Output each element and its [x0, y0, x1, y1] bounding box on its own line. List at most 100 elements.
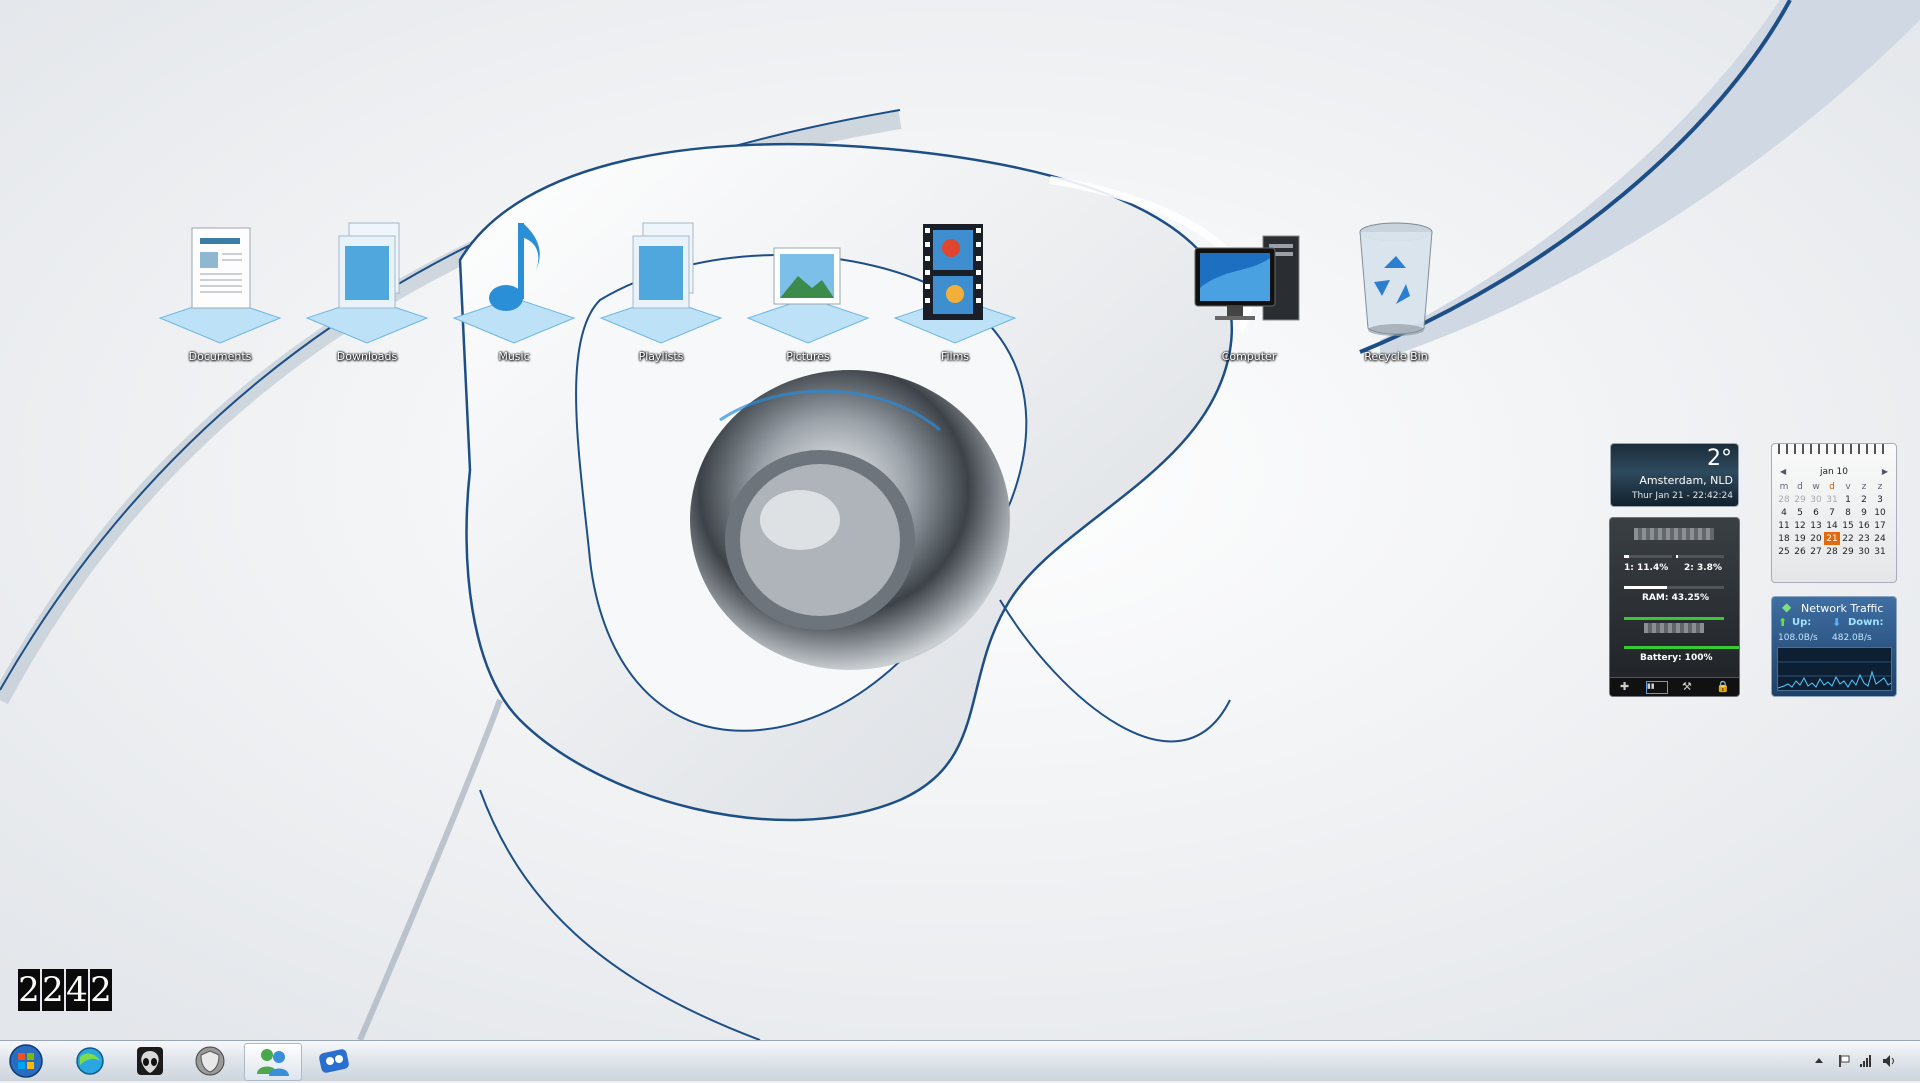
calendar-day[interactable]: 12: [1792, 519, 1808, 532]
calendar-day[interactable]: 8: [1840, 506, 1856, 519]
desktop-icon-label: Pictures: [786, 350, 830, 363]
volume-icon[interactable]: [1882, 1053, 1896, 1067]
download-rate: 482.0B/s: [1832, 633, 1872, 643]
desktop-icon-music[interactable]: Music: [439, 218, 589, 368]
calendar-day[interactable]: 17: [1872, 519, 1888, 532]
music-note-icon: [452, 223, 576, 344]
windows-orb-icon: [9, 1044, 43, 1078]
taskbar-app-shield[interactable]: [182, 1043, 238, 1079]
drive-bar: [1624, 617, 1724, 620]
taskbar: [0, 1040, 1920, 1081]
desktop-icon-label: Films: [940, 350, 970, 363]
calendar-day[interactable]: 30: [1808, 493, 1824, 506]
calendar-day[interactable]: 25: [1776, 545, 1792, 558]
desktop-icon-films[interactable]: Films: [880, 218, 1030, 368]
calendar-day[interactable]: 11: [1776, 519, 1792, 532]
weekday-label: d: [1797, 481, 1803, 492]
calendar-day[interactable]: 2: [1856, 493, 1872, 506]
calendar-day[interactable]: 15: [1840, 519, 1856, 532]
calendar-day[interactable]: 1: [1840, 493, 1856, 506]
desktop-icon-playlists[interactable]: Playlists: [586, 218, 736, 368]
system-monitor-gadget[interactable]: 1: 11.4% 2: 3.8% RAM: 43.25% Battery: 10…: [1609, 517, 1740, 697]
show-hidden-icon[interactable]: [1812, 1053, 1826, 1067]
messenger-icon: [257, 1049, 289, 1076]
taskbar-app-media[interactable]: [306, 1043, 362, 1079]
sysmon-toolbar: ✚ ▮▮ ⚒ 🔒: [1610, 677, 1739, 696]
desktop-icon-pictures[interactable]: Pictures: [733, 218, 883, 368]
shield-icon: [195, 1046, 225, 1076]
calendar-day[interactable]: 4: [1776, 506, 1792, 519]
calendar-day[interactable]: 14: [1824, 519, 1840, 532]
calendar-day[interactable]: 24: [1872, 532, 1888, 545]
calendar-day-today[interactable]: 21: [1824, 532, 1840, 545]
calendar-day[interactable]: 7: [1824, 506, 1840, 519]
weather-gadget[interactable]: 2° Amsterdam, NLD Thur Jan 21 - 22:42:24: [1610, 443, 1739, 507]
calendar-day[interactable]: 29: [1840, 545, 1856, 558]
calendar-day[interactable]: 19: [1792, 532, 1808, 545]
weather-datetime: Thur Jan 21 - 22:42:24: [1631, 491, 1733, 501]
calendar-next-icon[interactable]: ▶: [1882, 467, 1888, 476]
network-traffic-gadget[interactable]: ◆ Network Traffic ⬆ Up: ⬇ Down: 108.0B/s…: [1771, 596, 1897, 697]
taskbar-app-messenger[interactable]: [244, 1043, 302, 1081]
lock-icon[interactable]: 🔒: [1716, 680, 1730, 693]
download-label: Down:: [1848, 617, 1884, 628]
desktop-icon-downloads[interactable]: Downloads: [292, 218, 442, 368]
flip-clock-widget: 2 2 4 2: [18, 969, 112, 1011]
taskbar-app-alien[interactable]: [122, 1043, 178, 1079]
calendar-day[interactable]: 26: [1792, 545, 1808, 558]
globe-icon: [76, 1047, 104, 1075]
calendar-day[interactable]: 16: [1856, 519, 1872, 532]
redacted-drive-name: [1644, 623, 1704, 633]
weekday-label: z: [1877, 481, 1883, 492]
upload-arrow-icon: ⬆: [1778, 616, 1788, 629]
calendar-month: jan 10: [1819, 467, 1849, 477]
desktop-icon-recycle-bin[interactable]: Recycle Bin: [1321, 218, 1471, 368]
calendar-day[interactable]: 6: [1808, 506, 1824, 519]
calendar-weekday-row: m d w d v z z: [1776, 480, 1888, 493]
clock-digit: 4: [66, 969, 88, 1011]
calendar-week-row: 28 29 30 31 1 2 3: [1776, 493, 1888, 506]
cpu2-bar: [1676, 555, 1724, 558]
film-strip-icon: [893, 224, 1017, 344]
desktop-icon-label: Documents: [188, 350, 252, 363]
taskbar-app-browser[interactable]: [62, 1043, 118, 1079]
calendar-day[interactable]: 23: [1856, 532, 1872, 545]
clock-digit: 2: [90, 969, 112, 1011]
calendar-grid: m d w d v z z 28 29 30 31 1 2 3 4 5 6 7 …: [1776, 480, 1888, 558]
calendar-gadget[interactable]: ◀ jan 10 ▶ m d w d v z z 28 29 30 31 1 2…: [1771, 443, 1897, 583]
network-globe-icon: ◆: [1782, 600, 1792, 614]
calendar-day[interactable]: 20: [1808, 532, 1824, 545]
calendar-day[interactable]: 28: [1824, 545, 1840, 558]
calendar-day[interactable]: 10: [1872, 506, 1888, 519]
calendar-day[interactable]: 31: [1824, 493, 1840, 506]
calendar-day[interactable]: 3: [1872, 493, 1888, 506]
calendar-day[interactable]: 31: [1872, 545, 1888, 558]
calendar-day[interactable]: 13: [1808, 519, 1824, 532]
calendar-day[interactable]: 28: [1776, 493, 1792, 506]
graph-toggle-icon[interactable]: ▮▮: [1646, 681, 1668, 694]
playlists-folder-icon: [599, 222, 723, 344]
weekday-label: z: [1861, 481, 1867, 492]
weather-temperature: 2°: [1707, 446, 1732, 471]
cpu2-usage: 2: 3.8%: [1684, 563, 1722, 573]
desktop-icon-label: Music: [498, 350, 530, 363]
calendar-day[interactable]: 22: [1840, 532, 1856, 545]
ram-bar: [1624, 586, 1724, 589]
settings-wrench-icon[interactable]: ⚒: [1682, 680, 1692, 693]
network-signal-icon[interactable]: [1859, 1053, 1873, 1067]
calendar-day[interactable]: 27: [1808, 545, 1824, 558]
battery-status: Battery: 100%: [1640, 653, 1713, 663]
start-button[interactable]: [0, 1043, 52, 1079]
add-icon[interactable]: ✚: [1620, 680, 1629, 693]
weekday-label: d: [1829, 481, 1835, 492]
calendar-day[interactable]: 18: [1776, 532, 1792, 545]
desktop-icon-label: Playlists: [638, 350, 684, 363]
calendar-day[interactable]: 5: [1792, 506, 1808, 519]
cpu1-bar-fill: [1624, 555, 1630, 558]
flag-icon[interactable]: [1837, 1053, 1851, 1067]
calendar-day[interactable]: 9: [1856, 506, 1872, 519]
calendar-day[interactable]: 30: [1856, 545, 1872, 558]
calendar-day[interactable]: 29: [1792, 493, 1808, 506]
desktop-icon-computer[interactable]: Computer: [1174, 218, 1324, 368]
desktop-icon-documents[interactable]: Documents: [145, 218, 295, 368]
